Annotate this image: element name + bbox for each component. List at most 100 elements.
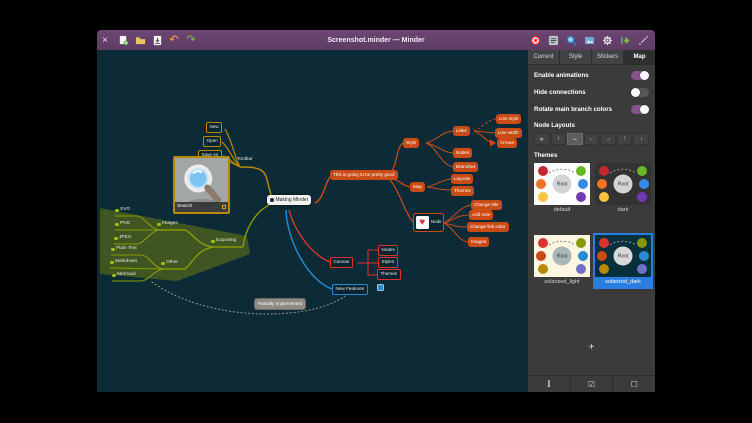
hide-connections-toggle[interactable] [631,88,649,97]
node-bullet-icon [110,261,114,265]
titlebar: × ↶ ↷ Screenshot.minder — Minder [97,30,655,50]
map-node-toolbar[interactable]: Toolbar [237,158,253,163]
tab-stickers[interactable]: Stickers [592,50,624,64]
node-bullet-icon [157,223,161,227]
map-node-exporting[interactable]: Exporting [211,239,236,244]
layout-to-left-button[interactable]: ← [584,133,600,145]
map-node-plain-text[interactable]: Plain Text [111,247,137,252]
theme-name: default [534,205,590,215]
branch-dot-icon [599,192,609,202]
map-node-themes[interactable]: Themes [451,186,474,196]
close-button[interactable]: × [97,35,113,46]
branch-dot-icon [538,192,548,202]
map-node-heart[interactable]: ♥ Node [413,213,444,232]
branch-dot-icon [576,166,586,176]
layout-downwards-button[interactable]: ↓ [633,133,649,145]
layout-to-right-button[interactable]: → [600,133,616,145]
map-node-branches[interactable]: Branches [453,162,478,172]
theme-card-default[interactable]: Root default [534,163,590,215]
map-node-change-link-color[interactable]: Change link color [467,222,509,232]
checkbox-button[interactable]: ☑ [571,376,614,392]
map-node-styles-red[interactable]: Styles [378,257,398,268]
focus-mode-icon[interactable] [529,34,541,46]
map-node-arrows[interactable]: Arrows [497,138,517,148]
map-node-new-features[interactable]: New Features [332,284,368,295]
map-node-map[interactable]: Map [410,182,425,192]
map-node-images[interactable]: Images [157,222,178,227]
map-node-line-style[interactable]: Line style [496,114,521,124]
map-node-themes-red[interactable]: Themes [377,269,401,280]
branch-dot-icon [538,166,548,176]
export-image-icon[interactable] [583,34,595,46]
map-node-new[interactable]: New [206,122,222,133]
rotate-branch-colors-toggle[interactable] [631,105,649,114]
map-node-jpeg[interactable]: JPEG [114,236,132,241]
resizer-icon[interactable] [222,205,226,209]
map-node-other[interactable]: Other [161,261,178,266]
theme-card-solarized-light[interactable]: Root solarized_light [534,235,590,287]
layout-manual-button[interactable]: ∗ [534,133,550,145]
export-share-icon[interactable] [619,34,631,46]
resize-window-icon[interactable] [637,34,649,46]
branch-dot-icon [637,264,647,274]
map-node-svg[interactable]: SVG [115,208,130,213]
map-node-nodes[interactable]: Nodes [453,148,472,158]
text-cursor-button[interactable]: I [528,376,571,392]
toggle-knob [640,71,649,80]
node-bullet-icon [114,237,118,241]
map-node-markdown[interactable]: Markdown [110,260,137,265]
theme-card-dark[interactable]: Root dark [595,163,651,215]
switch-row-hide-connections: Hide connections [534,88,649,97]
theme-root-circle: Root [553,175,572,194]
sticker-icon[interactable] [377,284,384,291]
map-node-change-title[interactable]: Change title [471,200,502,210]
theme-card-solarized-dark[interactable]: Root solarized_dark [595,235,651,287]
map-node-style[interactable]: Style [403,138,419,148]
settings-gear-icon[interactable] [601,34,613,46]
node-bullet-icon [270,198,274,202]
map-node-open[interactable]: Open [203,136,221,147]
save-document-icon[interactable] [151,34,163,46]
open-folder-icon[interactable] [134,34,146,46]
tab-current[interactable]: Current [528,50,560,64]
node-bullet-icon [115,209,119,213]
branch-dot-icon [536,179,546,189]
node-bullet-icon [115,223,119,227]
branch-dot-icon [599,166,609,176]
map-node-line-width[interactable]: Line width [495,128,522,138]
map-node-layouts[interactable]: Layouts [451,174,473,184]
map-node-png[interactable]: PNG [115,222,130,227]
map-node-add-note[interactable]: Add note [469,210,493,220]
outline-icon[interactable] [547,34,559,46]
new-document-icon[interactable] [117,34,129,46]
zoom-icon[interactable] [565,34,577,46]
map-node-root[interactable]: Making Minder [267,195,311,205]
map-node-nodes-red[interactable]: Nodes [378,245,398,256]
undo-icon[interactable]: ↶ [168,34,180,46]
layout-vertical-button[interactable]: ↕ [551,133,567,145]
sidebar-tabs: Current Style Stickers Map [528,50,655,65]
map-node-mermaid[interactable]: Mermaid [112,273,136,278]
map-node-images2[interactable]: Images [468,237,489,247]
map-node-pretty-good[interactable]: This is going to be pretty good [330,170,398,180]
map-node-links[interactable]: Links [453,126,470,136]
checkbox-icon: ☑ [588,380,595,389]
square-button[interactable]: ☐ [613,376,655,392]
branch-dot-icon [576,238,586,248]
enable-animations-toggle[interactable] [631,71,649,80]
connection-title[interactable]: Partially Implemented [254,298,306,310]
tab-style[interactable]: Style [560,50,592,64]
layout-upwards-button[interactable]: ↑ [617,133,633,145]
branch-dot-icon [536,251,546,261]
layout-horizontal-button[interactable]: ↔ [567,133,583,145]
switch-row-rotate-colors: Rotate main branch colors [534,105,649,114]
node-bullet-icon [111,248,115,252]
redo-icon[interactable]: ↷ [185,34,197,46]
map-node-search-image[interactable]: Search [173,156,230,214]
tab-map[interactable]: Map [624,50,655,64]
add-theme-button[interactable]: + [528,342,655,353]
map-node-canvas[interactable]: Canvas [330,257,353,268]
branch-dot-icon [578,251,588,261]
heart-icon: ♥ [416,216,430,229]
mindmap-canvas[interactable]: Making Minder Toolbar New Open Save As S… [97,50,527,392]
